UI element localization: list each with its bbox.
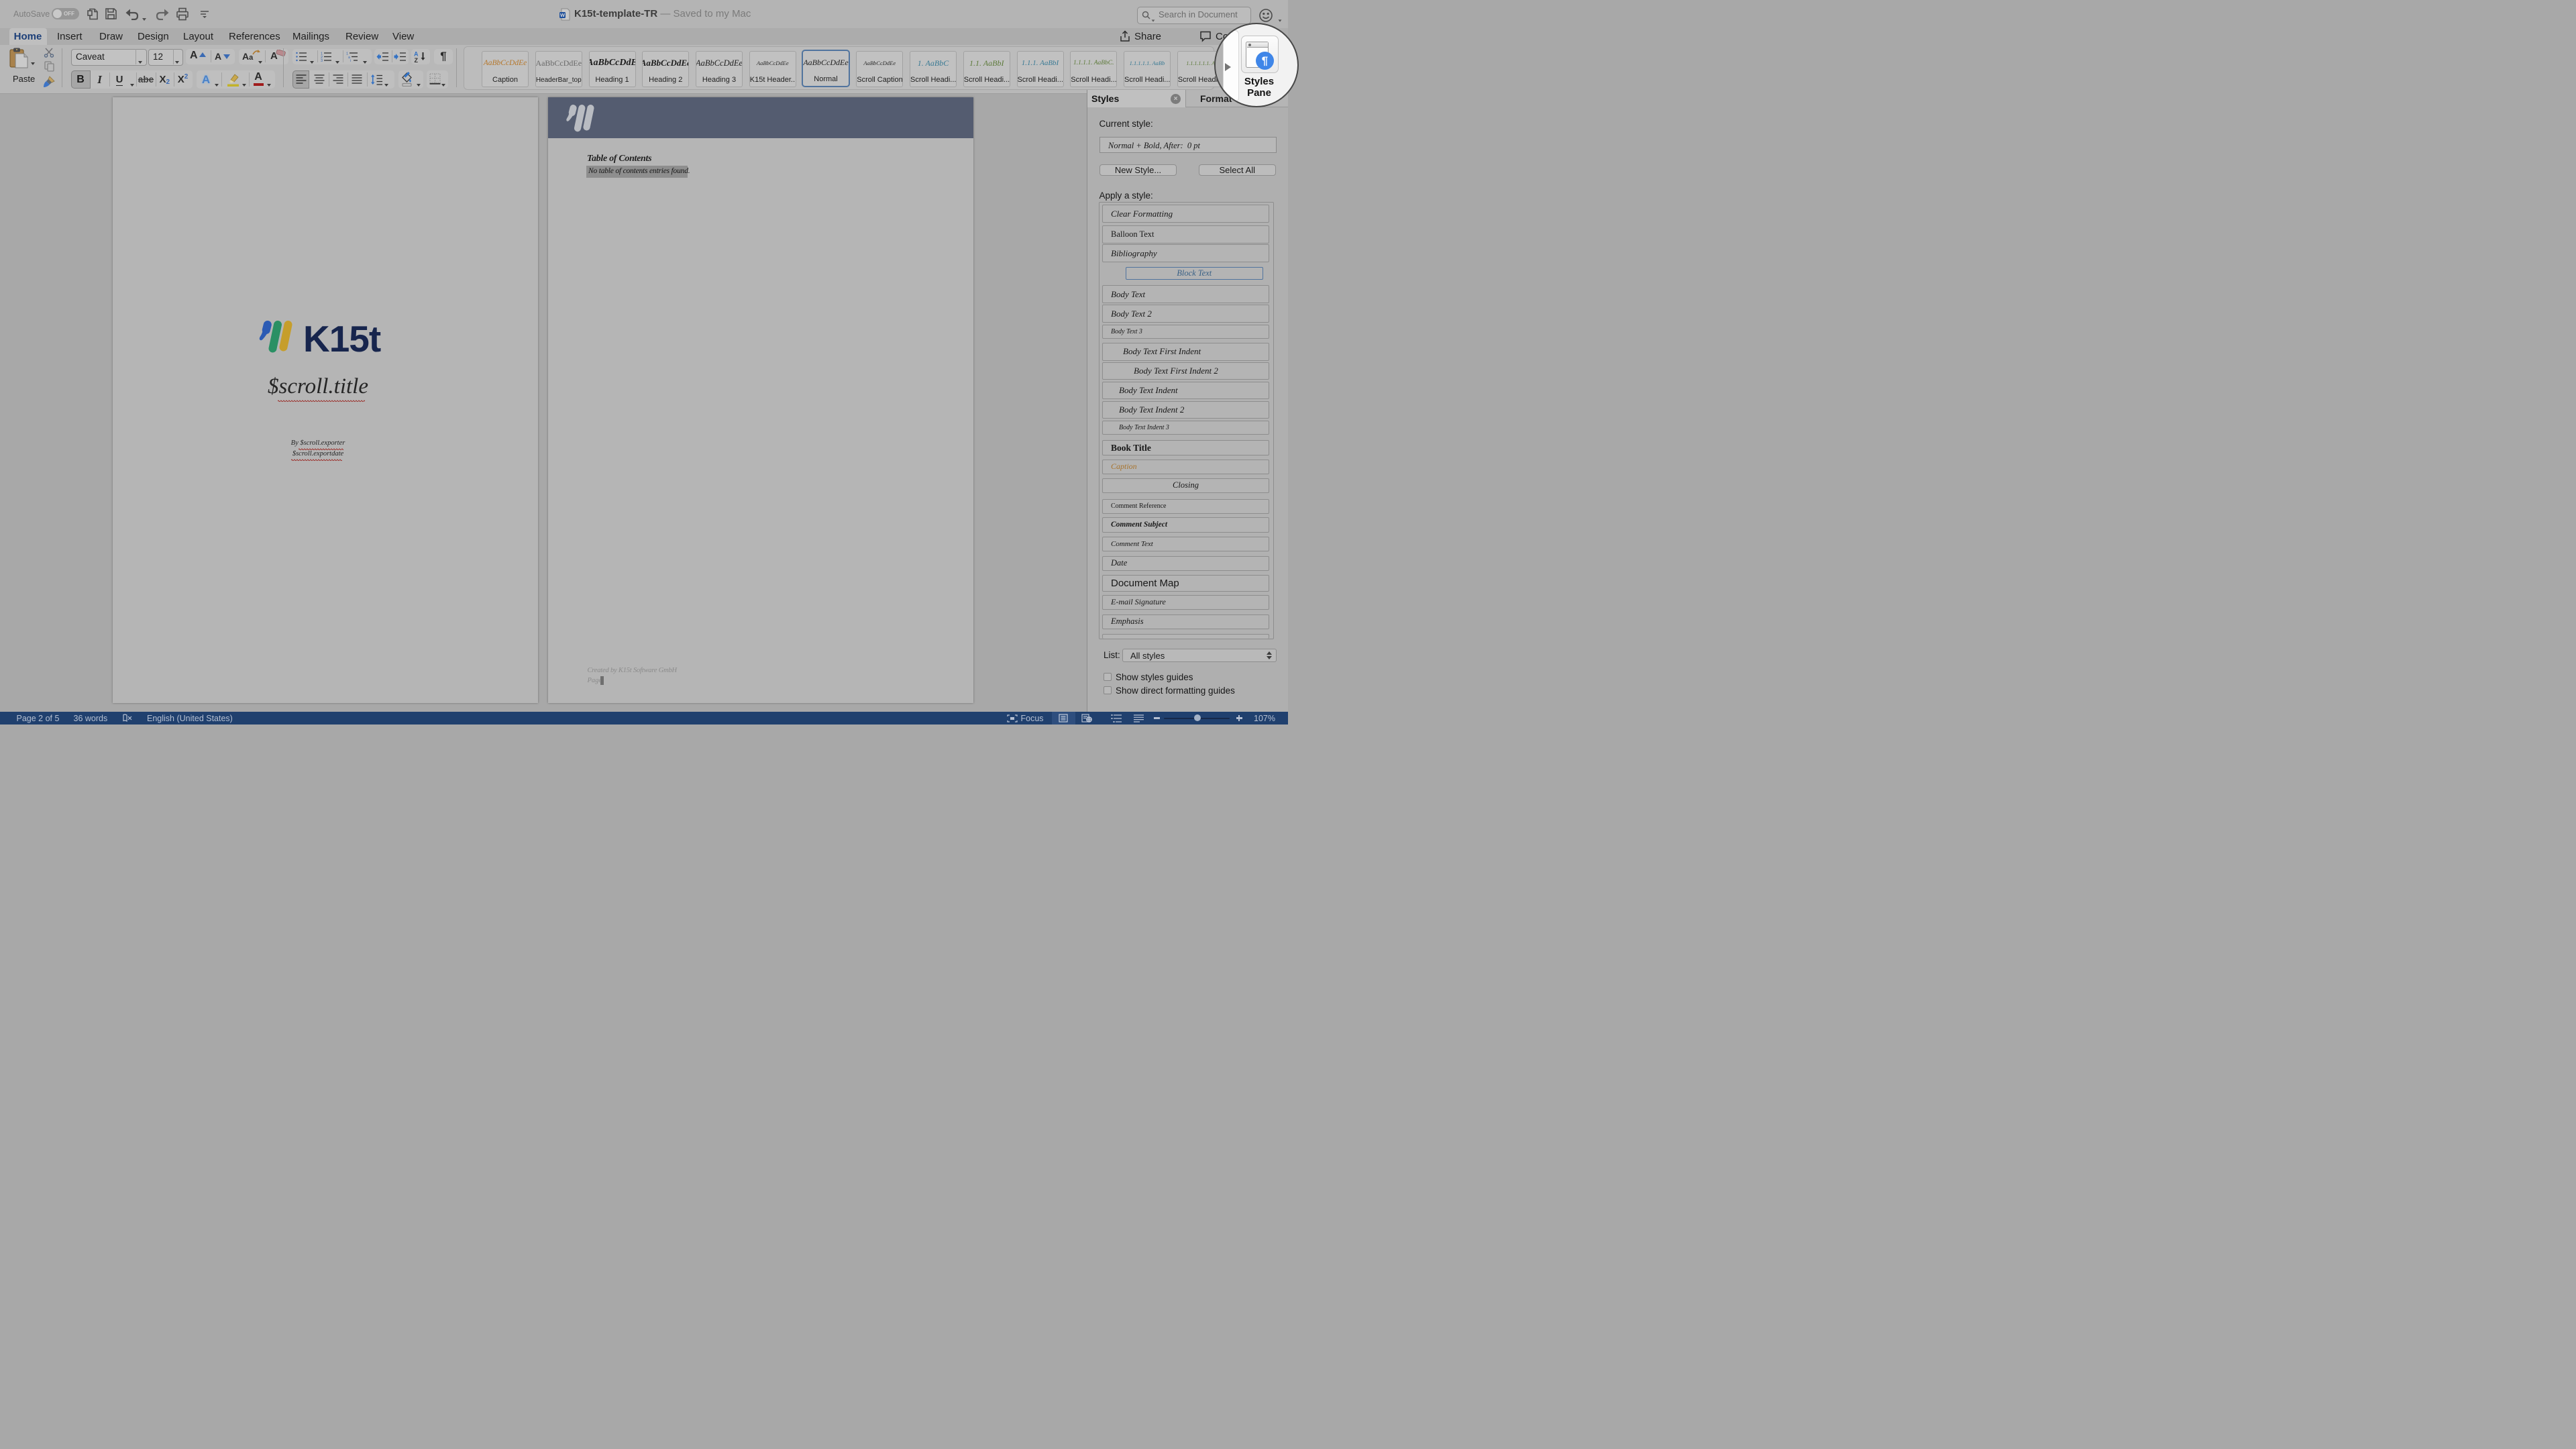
svg-text:W: W <box>560 12 566 18</box>
svg-text:i: i <box>350 59 351 62</box>
svg-text:3: 3 <box>321 59 323 62</box>
svg-text:A: A <box>414 50 419 57</box>
svg-text:Z: Z <box>415 57 419 63</box>
